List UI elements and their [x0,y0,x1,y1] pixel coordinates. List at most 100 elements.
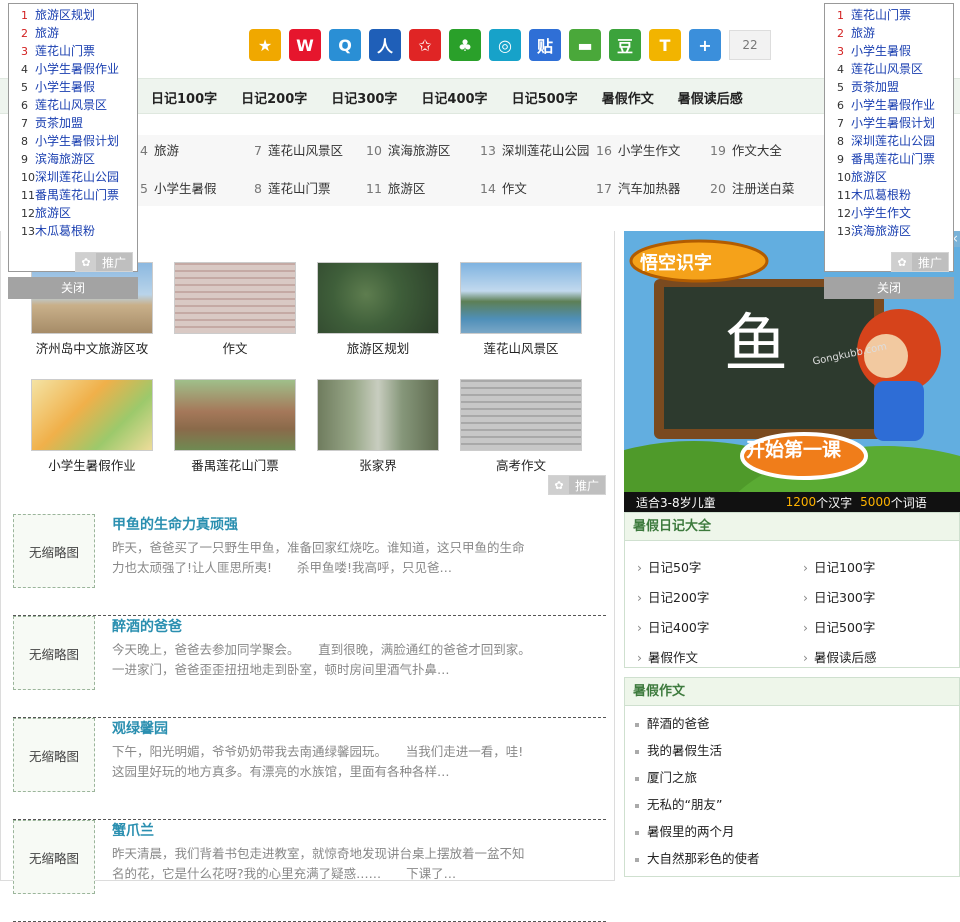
hot-keyword[interactable]: 7 莲花山风景区 [254,140,343,159]
popup-keyword[interactable]: 8 小学生暑假计划 [21,132,137,150]
popup-keyword-label: 旅游 [35,26,60,40]
article-title[interactable]: 蟹爪兰 [112,820,154,840]
popup-keyword[interactable]: 2 旅游 [21,24,137,42]
gallery-item[interactable]: 莲花山风景区 [460,262,582,357]
popup-keyword[interactable]: 1 旅游区规划 [21,6,137,24]
popup-keyword[interactable]: 9 滨海旅游区 [21,150,137,168]
popup-keyword[interactable]: 6 莲花山风景区 [21,96,137,114]
popup-keyword[interactable]: 4 小学生暑假作业 [21,60,137,78]
gallery-item[interactable]: 张家界 [317,379,439,474]
summer-essay-link[interactable]: 厦门之旅 [625,764,959,791]
popup-keyword[interactable]: 10深圳莲花山公园 [21,168,137,186]
popup-keyword[interactable]: 10旅游区 [837,168,953,186]
hot-keyword[interactable]: 4 旅游 [140,140,179,159]
tianya-icon[interactable]: T [649,29,681,61]
popup-keyword[interactable]: 6 小学生暑假作业 [837,96,953,114]
tieba-icon[interactable]: 贴 [529,29,561,61]
gallery-item[interactable]: 番禺莲花山门票 [174,379,296,474]
qq-circle-icon[interactable]: ◎ [489,29,521,61]
article-thumbnail[interactable]: 无缩略图 [13,820,95,894]
more-plus-icon[interactable]: + [689,29,721,61]
nav-link[interactable]: 暑假读后感 [678,88,743,107]
nav-link[interactable]: 暑假作文 [602,88,654,107]
summer-diary-link[interactable]: 日记500字 [803,617,875,636]
summer-diary-link[interactable]: 暑假读后感 [803,647,877,666]
tencent-weibo-icon[interactable]: Q [329,29,361,61]
popup-keyword[interactable]: 2 旅游 [837,24,953,42]
hot-keyword[interactable]: 10 滨海旅游区 [366,140,450,159]
popup-left-close[interactable]: 关闭 [8,277,138,299]
popup-keyword[interactable]: 11番禺莲花山门票 [21,186,137,204]
popup-keyword-rank: 10 [21,171,35,184]
weibo-icon[interactable]: W [289,29,321,61]
article-title[interactable]: 甲鱼的生命力真顽强 [112,514,238,534]
hot-keyword[interactable]: 14 作文 [480,178,527,197]
article-thumbnail[interactable]: 无缩略图 [13,718,95,792]
hot-keyword[interactable]: 13 深圳莲花山公园 [480,140,589,159]
popup-keyword-rank: 12 [837,207,851,220]
article-thumbnail[interactable]: 无缩略图 [13,514,95,588]
qzone-star-icon[interactable]: ★ [249,29,281,61]
summer-diary-link[interactable]: 日记50字 [637,557,701,576]
summer-diary-link[interactable]: 暑假作文 [637,647,698,666]
hot-keyword[interactable]: 5 小学生暑假 [140,178,216,197]
summer-essay-link[interactable]: 我的暑假生活 [625,737,959,764]
ad-cta-button[interactable]: 开始第一课 [746,435,841,462]
article-title[interactable]: 观绿馨园 [112,718,168,738]
gallery-item[interactable]: 作文 [174,262,296,357]
popup-left-promo[interactable]: ✿ 推广 [74,252,133,272]
popup-keyword[interactable]: 13木瓜葛根粉 [21,222,137,240]
nav-link[interactable]: 日记200字 [241,88,307,107]
popup-keyword[interactable]: 8 深圳莲花山公园 [837,132,953,150]
hot-keyword[interactable]: 8 莲花山门票 [254,178,330,197]
popup-keyword[interactable]: 7 贡茶加盟 [21,114,137,132]
popup-keyword[interactable]: 13滨海旅游区 [837,222,953,240]
ad-banner[interactable]: 悟空识字 鱼 Gongkubb.com 开始第一课 × 适合3-8岁儿童 120… [624,231,960,512]
popup-keyword[interactable]: 5 小学生暑假 [21,78,137,96]
gallery-item[interactable]: 高考作文 [460,379,582,474]
douban-icon[interactable]: 豆 [609,29,641,61]
popup-right-close[interactable]: 关闭 [824,277,954,299]
popup-keyword[interactable]: 3 小学生暑假 [837,42,953,60]
hot-keyword[interactable]: 16 小学生作文 [596,140,680,159]
renren-icon[interactable]: 人 [369,29,401,61]
popup-keyword[interactable]: 9 番禺莲花山门票 [837,150,953,168]
popup-keyword[interactable]: 1 莲花山门票 [837,6,953,24]
popup-right-promo[interactable]: ✿ 推广 [890,252,949,272]
article-title[interactable]: 醉酒的爸爸 [112,616,182,636]
promo-badge[interactable]: ✿ 推广 [548,475,607,495]
popup-keyword[interactable]: 11木瓜葛根粉 [837,186,953,204]
hot-keyword[interactable]: 19 作文大全 [710,140,782,159]
nav-link[interactable]: 日记300字 [331,88,397,107]
gallery-item[interactable]: 旅游区规划 [317,262,439,357]
gallery-item[interactable]: 小学生暑假作业 [31,379,153,474]
popup-keyword[interactable]: 12小学生作文 [837,204,953,222]
popup-keyword[interactable]: 5 贡茶加盟 [837,78,953,96]
nav-link[interactable]: 日记100字 [151,88,217,107]
summer-essay-link[interactable]: 大自然那彩色的使者 [625,845,959,872]
popup-keyword-rank: 12 [21,207,35,220]
popup-keyword[interactable]: 7 小学生暑假计划 [837,114,953,132]
summer-essay-link[interactable]: 无私的“朋友” [625,791,959,818]
popup-keyword[interactable]: 12旅游区 [21,204,137,222]
summer-diary-link[interactable]: 日记100字 [803,557,875,576]
clover-icon[interactable]: ♣ [449,29,481,61]
hot-keyword[interactable]: 17 汽车加热器 [596,178,680,197]
popup-keyword[interactable]: 3 莲花山门票 [21,42,137,60]
popup-keyword[interactable]: 4 莲花山风景区 [837,60,953,78]
summer-diary-link[interactable]: 日记200字 [637,587,709,606]
article-item: 无缩略图 甲鱼的生命力真顽强 昨天，爸爸买了一只野生甲鱼，准备回家红烧吃。谁知道，这… [13,514,606,616]
summer-essay-link[interactable]: 醉酒的爸爸 [625,710,959,737]
bookmark-icon[interactable]: ▬ [569,29,601,61]
summer-diary-link[interactable]: 日记400字 [637,617,709,636]
pengyou-star-icon[interactable]: ✩ [409,29,441,61]
summer-essay-link[interactable]: 暑假里的两个月 [625,818,959,845]
nav-link[interactable]: 日记400字 [421,88,487,107]
summer-diary-link[interactable]: 日记300字 [803,587,875,606]
article-thumbnail[interactable]: 无缩略图 [13,616,95,690]
nav-link[interactable]: 日记500字 [512,88,578,107]
share-count[interactable]: 22 [729,30,771,60]
hot-keyword[interactable]: 11 旅游区 [366,178,425,197]
hot-keyword[interactable]: 20 注册送白菜 [710,178,794,197]
hot-keyword-rank: 19 [710,143,726,158]
